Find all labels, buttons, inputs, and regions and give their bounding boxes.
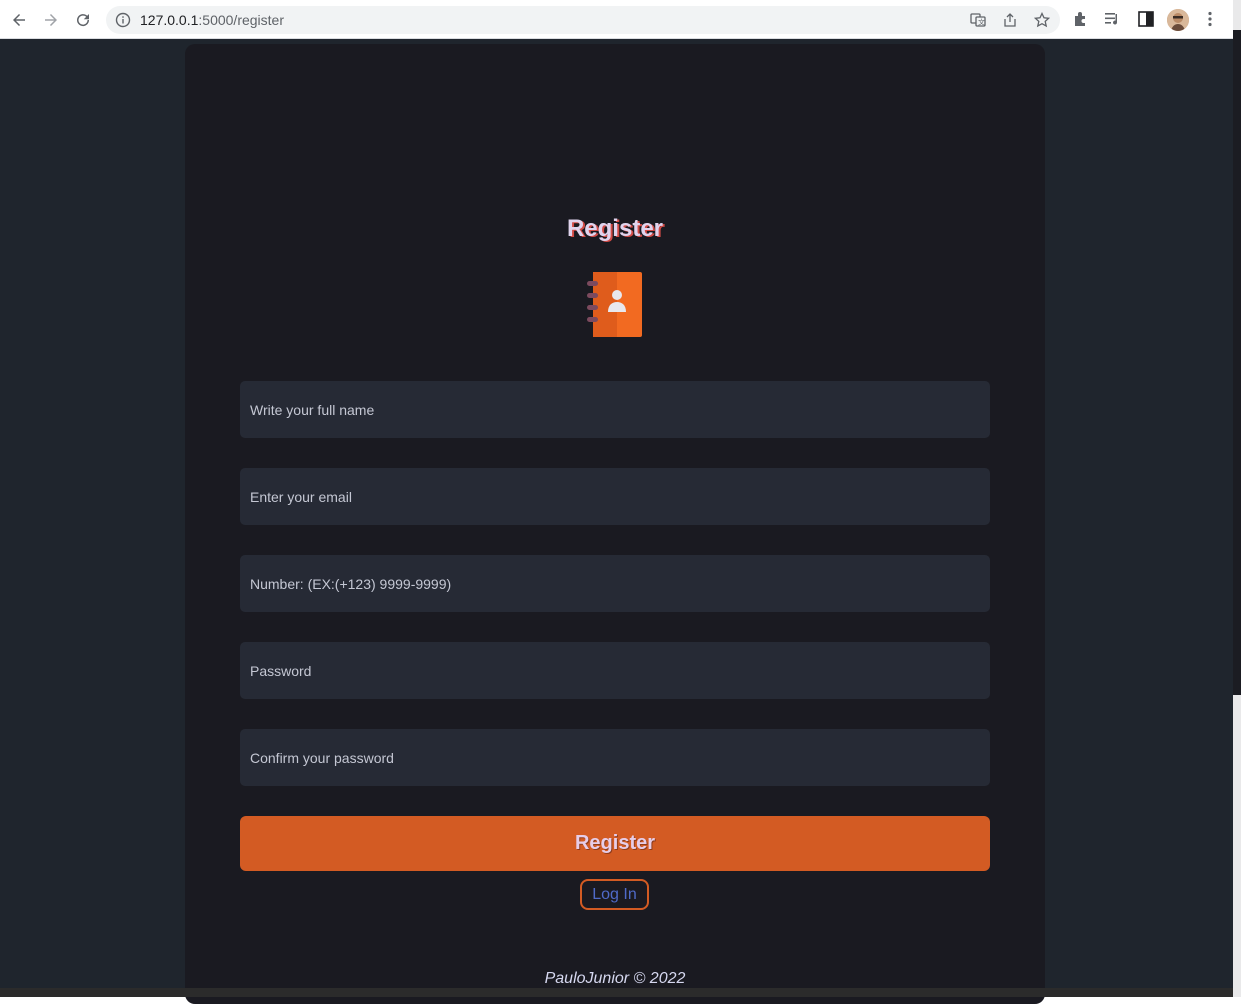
full-name-field[interactable]: [240, 381, 990, 438]
email-field[interactable]: [240, 468, 990, 525]
reload-icon[interactable]: [71, 8, 95, 32]
register-card: Register Register Log In PauloJunior © 2…: [185, 44, 1045, 1004]
translate-icon[interactable]: 文: [970, 12, 986, 28]
forward-arrow-icon[interactable]: [39, 8, 63, 32]
site-info-icon[interactable]: [115, 12, 131, 28]
extensions-puzzle-icon[interactable]: [1072, 10, 1090, 28]
contact-book-icon: [587, 272, 642, 337]
media-queue-icon[interactable]: [1104, 10, 1122, 28]
footer-credit: PauloJunior © 2022: [544, 970, 686, 987]
side-panel-icon[interactable]: [1137, 10, 1155, 28]
page-background: Register Register Log In PauloJunior © 2…: [0, 39, 1233, 1004]
profile-avatar[interactable]: [1167, 9, 1189, 31]
password-field[interactable]: [240, 642, 990, 699]
register-button[interactable]: Register: [240, 816, 990, 871]
svg-text:文: 文: [978, 18, 985, 27]
login-link[interactable]: Log In: [580, 879, 649, 910]
share-icon[interactable]: [1002, 12, 1018, 28]
address-bar[interactable]: 127.0.0.1:5000/register 文: [106, 6, 1060, 34]
url-text: 127.0.0.1:5000/register: [140, 12, 284, 28]
confirm-password-field[interactable]: [240, 729, 990, 786]
page-title: Register: [566, 215, 664, 242]
window-edge: [1233, 0, 1241, 997]
bookmark-star-icon[interactable]: [1034, 12, 1050, 28]
browser-toolbar: 127.0.0.1:5000/register 文: [0, 0, 1233, 39]
phone-number-field[interactable]: [240, 555, 990, 612]
window-bottom-edge: [0, 988, 1233, 997]
more-menu-icon[interactable]: [1201, 10, 1219, 28]
back-arrow-icon[interactable]: [7, 8, 31, 32]
